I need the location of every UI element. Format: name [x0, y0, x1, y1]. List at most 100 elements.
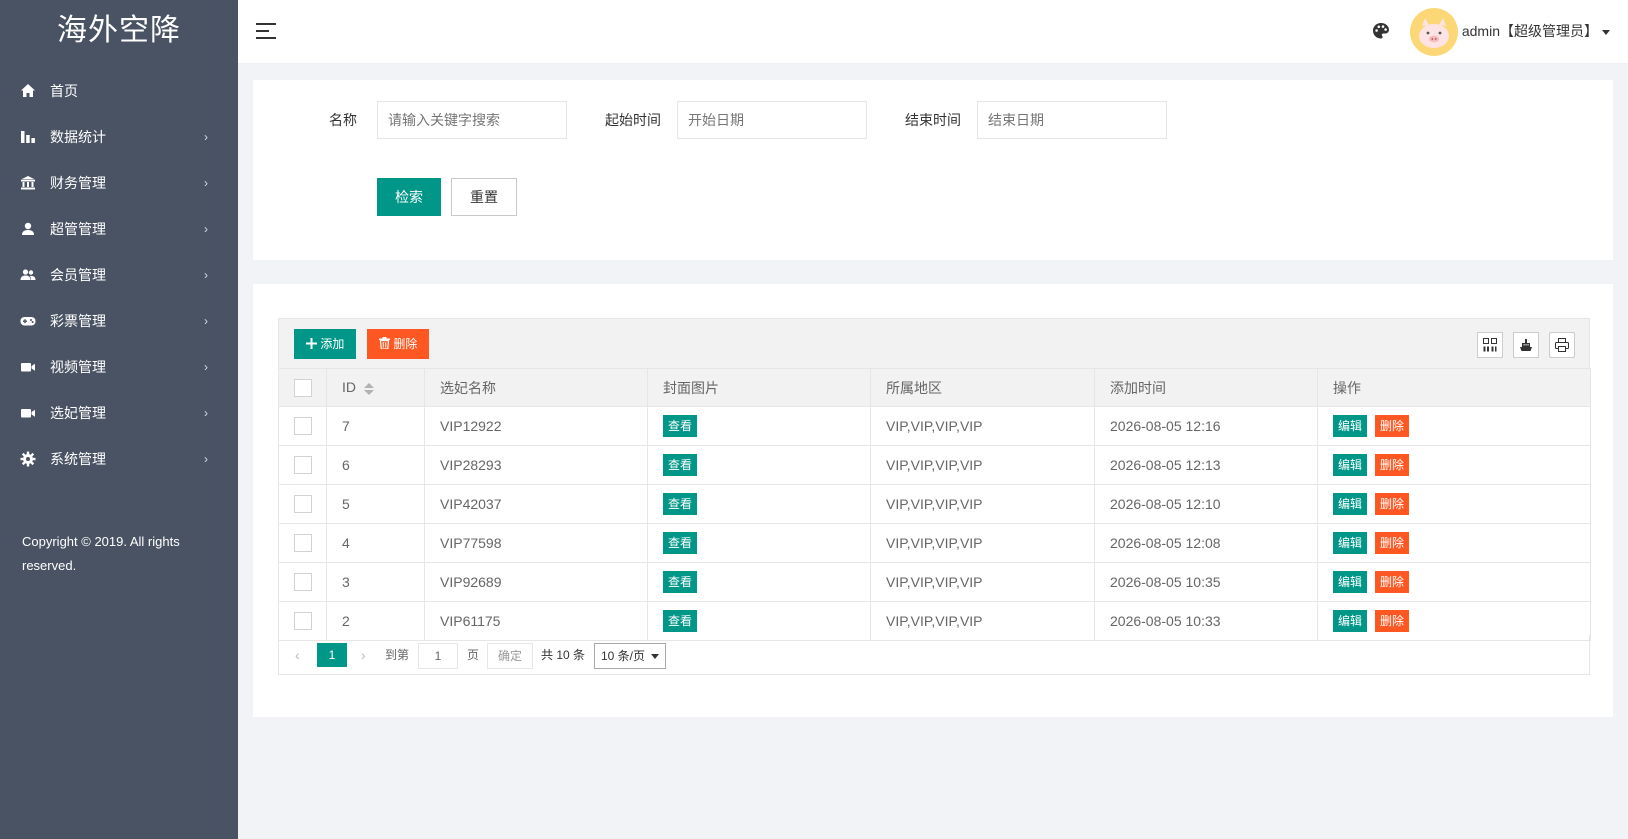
column-header-name: 选妃名称 [424, 368, 648, 407]
select-all-checkbox[interactable] [294, 378, 312, 397]
cell-cover: 查看 [647, 523, 871, 563]
delete-button[interactable]: 删除 [1375, 415, 1410, 437]
row-checkbox[interactable] [294, 534, 312, 553]
sidebar-item-consorts[interactable]: 选妃管理 › [0, 390, 238, 436]
start-date-input[interactable] [677, 101, 867, 139]
batch-delete-button[interactable]: 删除 [367, 329, 430, 359]
chevron-right-icon: › [204, 314, 208, 328]
view-cover-button[interactable]: 查看 [663, 610, 698, 632]
edit-button[interactable]: 编辑 [1333, 532, 1368, 554]
user-icon [22, 222, 34, 235]
goto-confirm-button[interactable]: 确定 [487, 643, 533, 669]
delete-button[interactable]: 删除 [1375, 571, 1410, 593]
plus-icon [306, 338, 317, 349]
print-icon[interactable] [1549, 332, 1575, 358]
row-checkbox[interactable] [294, 417, 312, 436]
view-cover-button[interactable]: 查看 [663, 454, 698, 476]
column-header-actions: 操作 [1317, 368, 1591, 407]
cell-name: VIP77598 [424, 523, 648, 563]
view-cover-button[interactable]: 查看 [663, 532, 698, 554]
view-cover-button[interactable]: 查看 [663, 493, 698, 515]
view-cover-button[interactable]: 查看 [663, 571, 698, 593]
chevron-right-icon: › [204, 176, 208, 190]
end-date-input[interactable] [977, 101, 1167, 139]
search-panel: 名称 起始时间 结束时间 检索 重置 [253, 80, 1613, 260]
page-size-value: 10 条/页 [601, 649, 646, 663]
cell-actions: 编辑 删除 [1317, 445, 1591, 485]
trash-icon [379, 337, 390, 350]
sidebar-item-lottery[interactable]: 彩票管理 › [0, 298, 238, 344]
sidebar-item-home[interactable]: 首页 [0, 68, 238, 114]
page-size-select[interactable]: 10 条/页 [594, 643, 666, 669]
delete-button[interactable]: 删除 [1375, 493, 1410, 515]
column-header-region: 所属地区 [870, 368, 1095, 407]
sidebar: 海外空降 首页 数据统计 › 财务管理 › 超管管理 › 会员管理 › 彩票管理 [0, 0, 238, 839]
sidebar-item-videos[interactable]: 视频管理 › [0, 344, 238, 390]
palette-icon[interactable] [1372, 22, 1390, 40]
sidebar-item-finance[interactable]: 财务管理 › [0, 160, 238, 206]
row-select-cell [278, 562, 327, 602]
cell-time: 2026-08-05 12:10 [1094, 484, 1318, 524]
sidebar-item-system[interactable]: 系统管理 › [0, 436, 238, 482]
column-header-label: ID [342, 379, 356, 396]
delete-button[interactable]: 删除 [1375, 532, 1410, 554]
row-checkbox[interactable] [294, 612, 312, 631]
video-camera-icon [21, 409, 35, 418]
sidebar-item-data-stats[interactable]: 数据统计 › [0, 114, 238, 160]
next-page-button[interactable]: › [361, 643, 366, 667]
user-menu[interactable]: admin【超级管理员】 [1462, 0, 1610, 64]
cell-time: 2026-08-05 12:16 [1094, 406, 1318, 446]
cell-id: 7 [326, 406, 425, 446]
row-checkbox[interactable] [294, 495, 312, 514]
cell-id: 4 [326, 523, 425, 563]
chevron-right-icon: › [204, 452, 208, 466]
sidebar-item-label: 彩票管理 [50, 313, 106, 329]
cell-actions: 编辑 删除 [1317, 484, 1591, 524]
hamburger-icon[interactable] [256, 23, 276, 39]
cell-actions: 编辑 删除 [1317, 406, 1591, 446]
delete-button[interactable]: 删除 [1375, 454, 1410, 476]
column-header-id[interactable]: ID [326, 368, 425, 407]
columns-icon[interactable] [1477, 332, 1503, 358]
cell-region: VIP,VIP,VIP,VIP [870, 406, 1095, 446]
row-select-cell [278, 445, 327, 485]
chevron-right-icon: › [204, 360, 208, 374]
cell-time: 2026-08-05 12:08 [1094, 523, 1318, 563]
gamepad-icon [20, 317, 36, 326]
edit-button[interactable]: 编辑 [1333, 454, 1368, 476]
sort-icon[interactable] [364, 382, 374, 396]
column-header-cover: 封面图片 [647, 368, 871, 407]
edit-button[interactable]: 编辑 [1333, 571, 1368, 593]
caret-down-icon [1602, 29, 1610, 35]
edit-button[interactable]: 编辑 [1333, 415, 1368, 437]
name-label: 名称 [329, 112, 357, 128]
add-button[interactable]: 添加 [294, 329, 357, 359]
sidebar-item-label: 首页 [50, 83, 78, 99]
export-icon[interactable] [1513, 332, 1539, 358]
reset-button[interactable]: 重置 [451, 178, 517, 216]
top-header: admin【超级管理员】 [238, 0, 1628, 64]
delete-button[interactable]: 删除 [1375, 610, 1410, 632]
table-panel: 添加 删除 ID 选妃名称 封面图片 所属地区 添加时间 操作 7 VIP129… [253, 284, 1613, 717]
search-button[interactable]: 检索 [377, 178, 441, 216]
avatar[interactable] [1410, 8, 1458, 56]
cell-name: VIP28293 [424, 445, 648, 485]
cell-name: VIP12922 [424, 406, 648, 446]
edit-button[interactable]: 编辑 [1333, 610, 1368, 632]
cell-id: 6 [326, 445, 425, 485]
cell-time: 2026-08-05 12:13 [1094, 445, 1318, 485]
sidebar-item-members[interactable]: 会员管理 › [0, 252, 238, 298]
page-unit-label: 页 [467, 648, 480, 662]
edit-button[interactable]: 编辑 [1333, 493, 1368, 515]
pig-avatar-icon [1419, 18, 1449, 48]
view-cover-button[interactable]: 查看 [663, 415, 698, 437]
row-checkbox[interactable] [294, 573, 312, 592]
name-search-input[interactable] [377, 101, 567, 139]
current-page-button[interactable]: 1 [317, 643, 347, 667]
sidebar-item-super-admin[interactable]: 超管管理 › [0, 206, 238, 252]
prev-page-button[interactable]: ‹ [295, 643, 300, 667]
goto-page-input[interactable] [418, 643, 458, 669]
home-icon [21, 84, 35, 97]
row-checkbox[interactable] [294, 456, 312, 475]
cell-region: VIP,VIP,VIP,VIP [870, 484, 1095, 524]
